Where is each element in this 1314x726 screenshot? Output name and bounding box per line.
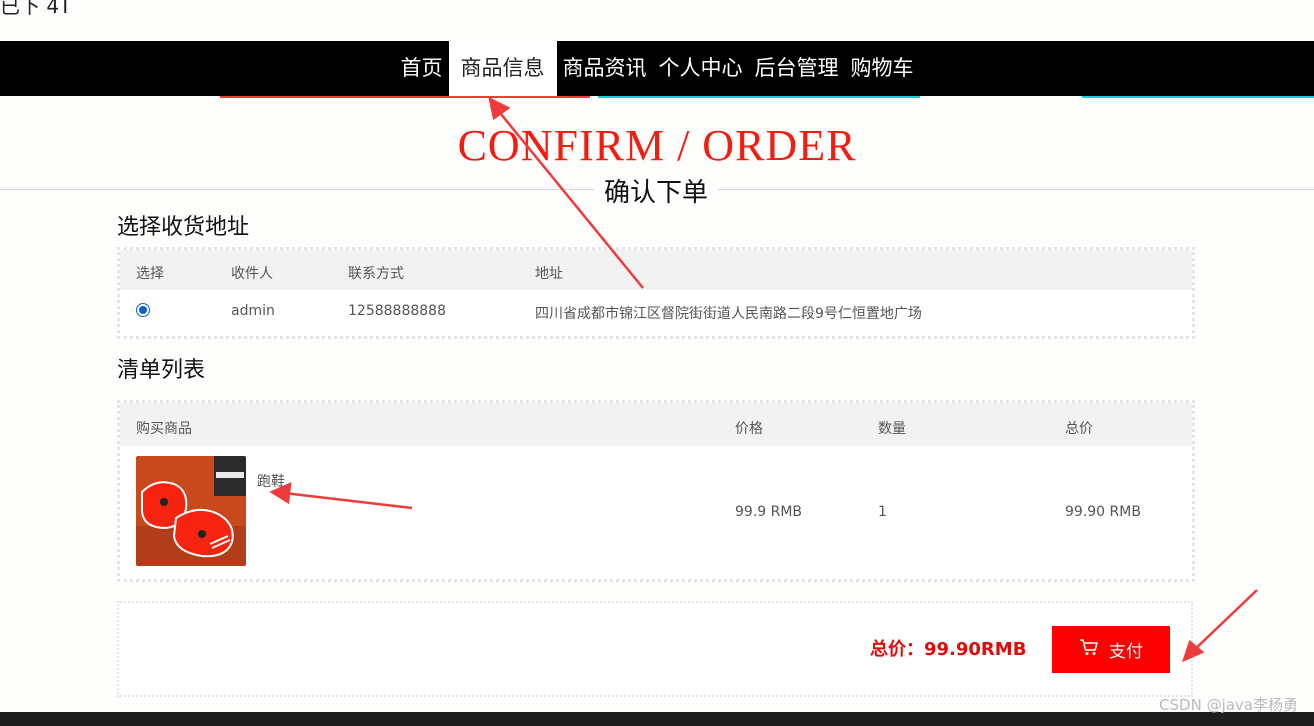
address-radio-selected[interactable]: [136, 303, 150, 317]
product-name[interactable]: 跑鞋: [257, 471, 285, 491]
csdn-watermark: CSDN @java李杨勇: [1159, 696, 1298, 714]
address-section-title: 选择收货地址: [117, 215, 250, 240]
header-quantity: 数量: [878, 421, 906, 437]
recipient-phone: 12588888888: [348, 303, 446, 319]
product-quantity: 1: [878, 504, 887, 520]
address-row[interactable]: admin 12588888888 四川省成都市锦江区督院街街道人民南路二段9号…: [120, 290, 1192, 333]
product-price: 99.9 RMB: [735, 504, 803, 520]
order-summary: [117, 601, 1193, 697]
header-address: 地址: [535, 266, 563, 282]
pay-button-label: 支付: [1109, 642, 1143, 662]
annotation-arrow-pay: [1191, 589, 1258, 653]
nav-item-products[interactable]: 商品信息: [448, 41, 557, 96]
nav-item-admin[interactable]: 后台管理: [749, 41, 845, 96]
items-table-header: 购买商品 价格 数量 总价: [120, 403, 1192, 446]
nav-item-home[interactable]: 首页: [395, 41, 449, 96]
header-product: 购买商品: [136, 421, 192, 437]
recipient-name: admin: [231, 303, 275, 319]
header-select: 选择: [136, 266, 164, 282]
total-price-label: 总价：99.90RMB: [870, 639, 1027, 660]
nav-item-cart[interactable]: 购物车: [845, 41, 920, 96]
annotation-arrowhead-nav: [488, 96, 511, 121]
product-total: 99.90 RMB: [1065, 504, 1141, 520]
address-table-header: 选择 收件人 联系方式 地址: [120, 250, 1192, 290]
nav-item-news[interactable]: 商品资讯: [557, 41, 653, 96]
header-contact: 联系方式: [348, 266, 404, 282]
top-cropped-text: 已下 4T: [0, 0, 72, 18]
header-total: 总价: [1065, 421, 1093, 437]
main-navbar: 首页 商品信息 商品资讯 个人中心 后台管理 购物车: [0, 41, 1314, 96]
page-title-chinese: 确认下单: [594, 172, 719, 209]
header-recipient: 收件人: [231, 266, 273, 282]
items-section-title: 清单列表: [117, 358, 206, 383]
pay-button[interactable]: 支付: [1052, 626, 1170, 673]
page-footer: [0, 712, 1314, 726]
red-running-shoes-image[interactable]: [136, 456, 246, 566]
address-table: 选择 收件人 联系方式 地址 admin 12588888888 四川省成都市锦…: [117, 247, 1195, 339]
header-price: 价格: [735, 421, 763, 437]
recipient-address: 四川省成都市锦江区督院街街道人民南路二段9号仁恒置地广场: [535, 306, 922, 322]
items-table: 购买商品 价格 数量 总价 跑鞋 99.9 RMB 1 99.90 RMB: [117, 400, 1195, 582]
nav-item-profile[interactable]: 个人中心: [653, 41, 749, 96]
cart-icon: [1079, 638, 1099, 661]
page-title-english: CONFIRM / ORDER: [457, 121, 857, 170]
